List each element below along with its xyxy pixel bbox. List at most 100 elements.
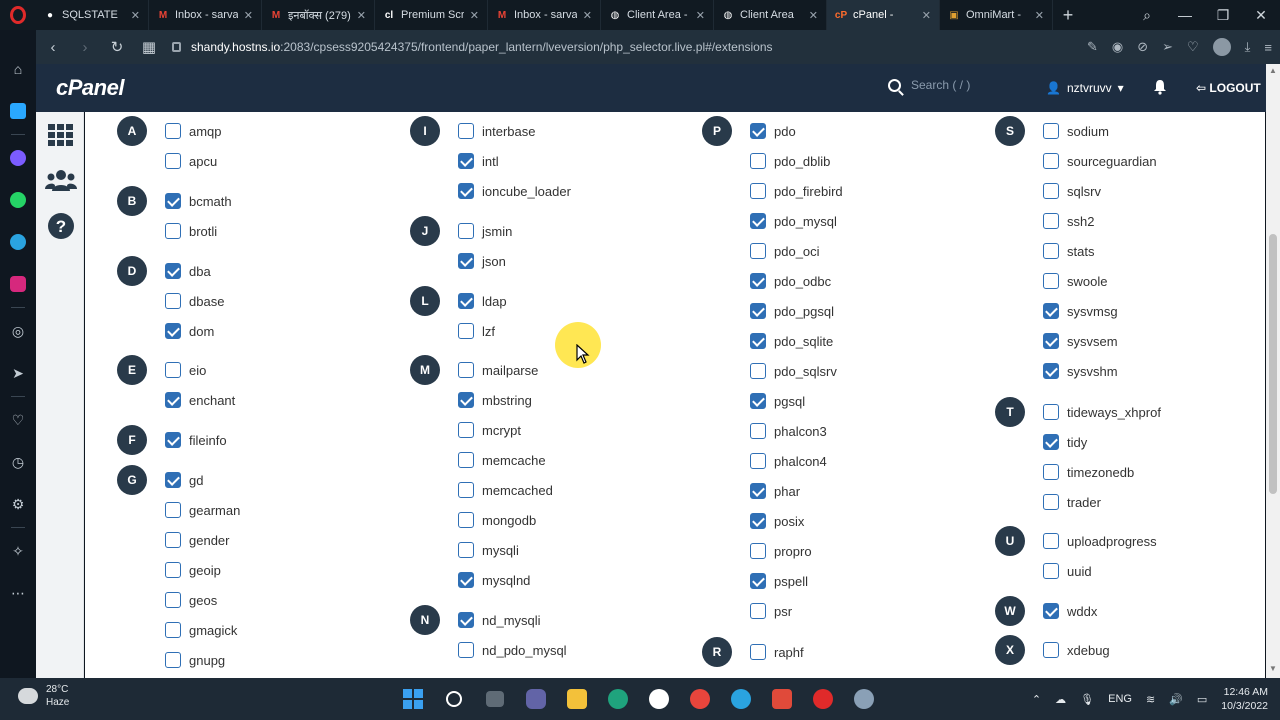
extension-checkbox[interactable] xyxy=(1043,642,1059,658)
extension-pdo[interactable]: pdo xyxy=(750,120,796,142)
extension-swoole[interactable]: swoole xyxy=(1043,270,1107,292)
extension-checkbox[interactable] xyxy=(458,153,474,169)
extension-wddx[interactable]: wddx xyxy=(1043,600,1097,622)
volume-icon[interactable]: 🔊 xyxy=(1169,693,1183,706)
extension-sourceguardian[interactable]: sourceguardian xyxy=(1043,150,1157,172)
extension-brotli[interactable]: brotli xyxy=(165,220,217,242)
extension-pdo_mysql[interactable]: pdo_mysql xyxy=(750,210,837,232)
extension-mysqlnd[interactable]: mysqlnd xyxy=(458,569,530,591)
opera-taskbar-icon[interactable] xyxy=(808,684,838,714)
extension-checkbox[interactable] xyxy=(458,542,474,558)
camera-icon[interactable]: ◉ xyxy=(1112,39,1123,55)
send-icon[interactable]: ➢ xyxy=(1162,39,1173,55)
extension-checkbox[interactable] xyxy=(1043,363,1059,379)
extension-checkbox[interactable] xyxy=(165,432,181,448)
edit-icon[interactable]: ✎ xyxy=(1087,39,1098,55)
extension-checkbox[interactable] xyxy=(1043,603,1059,619)
browser-tab[interactable]: ▣ OmniMart - ✕ xyxy=(940,0,1053,30)
url-field[interactable]: shandy.hostns.io:2083/cpsess9205424375/f… xyxy=(172,40,1073,54)
extension-checkbox[interactable] xyxy=(165,622,181,638)
clock[interactable]: 12:46 AM 10/3/2022 xyxy=(1221,685,1268,713)
extension-checkbox[interactable] xyxy=(750,303,766,319)
cloud-icon[interactable]: ☁ xyxy=(1055,693,1066,706)
extension-checkbox[interactable] xyxy=(165,562,181,578)
close-tab-icon[interactable]: ✕ xyxy=(357,9,366,22)
extension-dba[interactable]: dba xyxy=(165,260,211,282)
extension-sodium[interactable]: sodium xyxy=(1043,120,1109,142)
extension-checkbox[interactable] xyxy=(165,223,181,239)
maximize-button[interactable]: ❐ xyxy=(1204,7,1242,24)
extension-checkbox[interactable] xyxy=(165,323,181,339)
start-button[interactable] xyxy=(398,684,428,714)
extension-checkbox[interactable] xyxy=(1043,464,1059,480)
extension-fileinfo[interactable]: fileinfo xyxy=(165,429,227,451)
extension-jsmin[interactable]: jsmin xyxy=(458,220,512,242)
extension-checkbox[interactable] xyxy=(458,223,474,239)
extension-checkbox[interactable] xyxy=(458,392,474,408)
extension-mysqli[interactable]: mysqli xyxy=(458,539,519,561)
settings-icon[interactable]: ⚙ xyxy=(0,483,36,525)
extension-memcache[interactable]: memcache xyxy=(458,449,546,471)
grid-icon[interactable] xyxy=(47,122,75,150)
close-tab-icon[interactable]: ✕ xyxy=(470,9,479,22)
extension-checkbox[interactable] xyxy=(165,263,181,279)
extension-checkbox[interactable] xyxy=(1043,563,1059,579)
browser-tab[interactable]: cP cPanel - ✕ xyxy=(827,0,940,30)
extension-checkbox[interactable] xyxy=(1043,494,1059,510)
bookmarks-icon[interactable]: ♡ xyxy=(0,399,36,441)
extension-interbase[interactable]: interbase xyxy=(458,120,535,142)
screen-recorder-icon[interactable] xyxy=(767,684,797,714)
chrome-icon[interactable] xyxy=(685,684,715,714)
extension-checkbox[interactable] xyxy=(750,153,766,169)
instagram-icon[interactable] xyxy=(0,263,36,305)
logout-button[interactable]: ⇦ LOGOUT xyxy=(1196,81,1261,95)
extension-psr[interactable]: psr xyxy=(750,600,792,622)
extension-checkbox[interactable] xyxy=(1043,183,1059,199)
browser-tab[interactable]: cl Premium Scr ✕ xyxy=(375,0,488,30)
extension-nd_mysqli[interactable]: nd_mysqli xyxy=(458,609,541,631)
extension-checkbox[interactable] xyxy=(458,612,474,628)
forward-button[interactable]: › xyxy=(76,39,94,56)
extension-checkbox[interactable] xyxy=(458,482,474,498)
profile-avatar[interactable] xyxy=(1212,38,1231,56)
extension-sysvshm[interactable]: sysvshm xyxy=(1043,360,1118,382)
extension-pspell[interactable]: pspell xyxy=(750,570,808,592)
extension-pdo_sqlite[interactable]: pdo_sqlite xyxy=(750,330,833,352)
extension-checkbox[interactable] xyxy=(458,642,474,658)
extension-checkbox[interactable] xyxy=(458,323,474,339)
extension-timezonedb[interactable]: timezonedb xyxy=(1043,461,1134,483)
extension-checkbox[interactable] xyxy=(165,193,181,209)
send-sidebar-icon[interactable]: ➤ xyxy=(0,352,36,394)
extension-ssh2[interactable]: ssh2 xyxy=(1043,210,1094,232)
microphone-icon[interactable]: 🎙 xyxy=(1080,693,1094,706)
close-tab-icon[interactable]: ✕ xyxy=(131,9,140,22)
extension-geos[interactable]: geos xyxy=(165,589,217,611)
extension-checkbox[interactable] xyxy=(1043,404,1059,420)
new-tab-button[interactable]: + xyxy=(1053,5,1083,26)
extension-checkbox[interactable] xyxy=(750,483,766,499)
extension-checkbox[interactable] xyxy=(750,423,766,439)
extension-checkbox[interactable] xyxy=(1043,213,1059,229)
extension-checkbox[interactable] xyxy=(750,573,766,589)
reload-button[interactable]: ↻ xyxy=(108,38,126,56)
block-icon[interactable]: ⊘ xyxy=(1137,39,1148,55)
extension-apcu[interactable]: apcu xyxy=(165,150,217,172)
extension-gmagick[interactable]: gmagick xyxy=(165,619,237,641)
extension-checkbox[interactable] xyxy=(165,532,181,548)
extension-phar[interactable]: phar xyxy=(750,480,800,502)
page-scrollbar[interactable]: ▲ ▼ xyxy=(1266,64,1280,678)
extension-checkbox[interactable] xyxy=(750,363,766,379)
telegram-icon[interactable] xyxy=(0,221,36,263)
search-tabs-icon[interactable]: ⌕ xyxy=(1128,7,1166,24)
extension-checkbox[interactable] xyxy=(750,243,766,259)
help-icon[interactable]: ? xyxy=(47,212,75,240)
extension-checkbox[interactable] xyxy=(750,123,766,139)
extension-checkbox[interactable] xyxy=(750,603,766,619)
speed-dial-sidebar-icon[interactable] xyxy=(0,90,36,132)
close-tab-icon[interactable]: ✕ xyxy=(809,9,818,22)
tips-icon[interactable]: ✧ xyxy=(0,530,36,572)
browser-tab[interactable]: M Inbox - sarva ✕ xyxy=(488,0,601,30)
user-menu[interactable]: 👤 nztvruvv ▾ xyxy=(1046,81,1124,95)
extension-checkbox[interactable] xyxy=(165,502,181,518)
extension-checkbox[interactable] xyxy=(750,333,766,349)
